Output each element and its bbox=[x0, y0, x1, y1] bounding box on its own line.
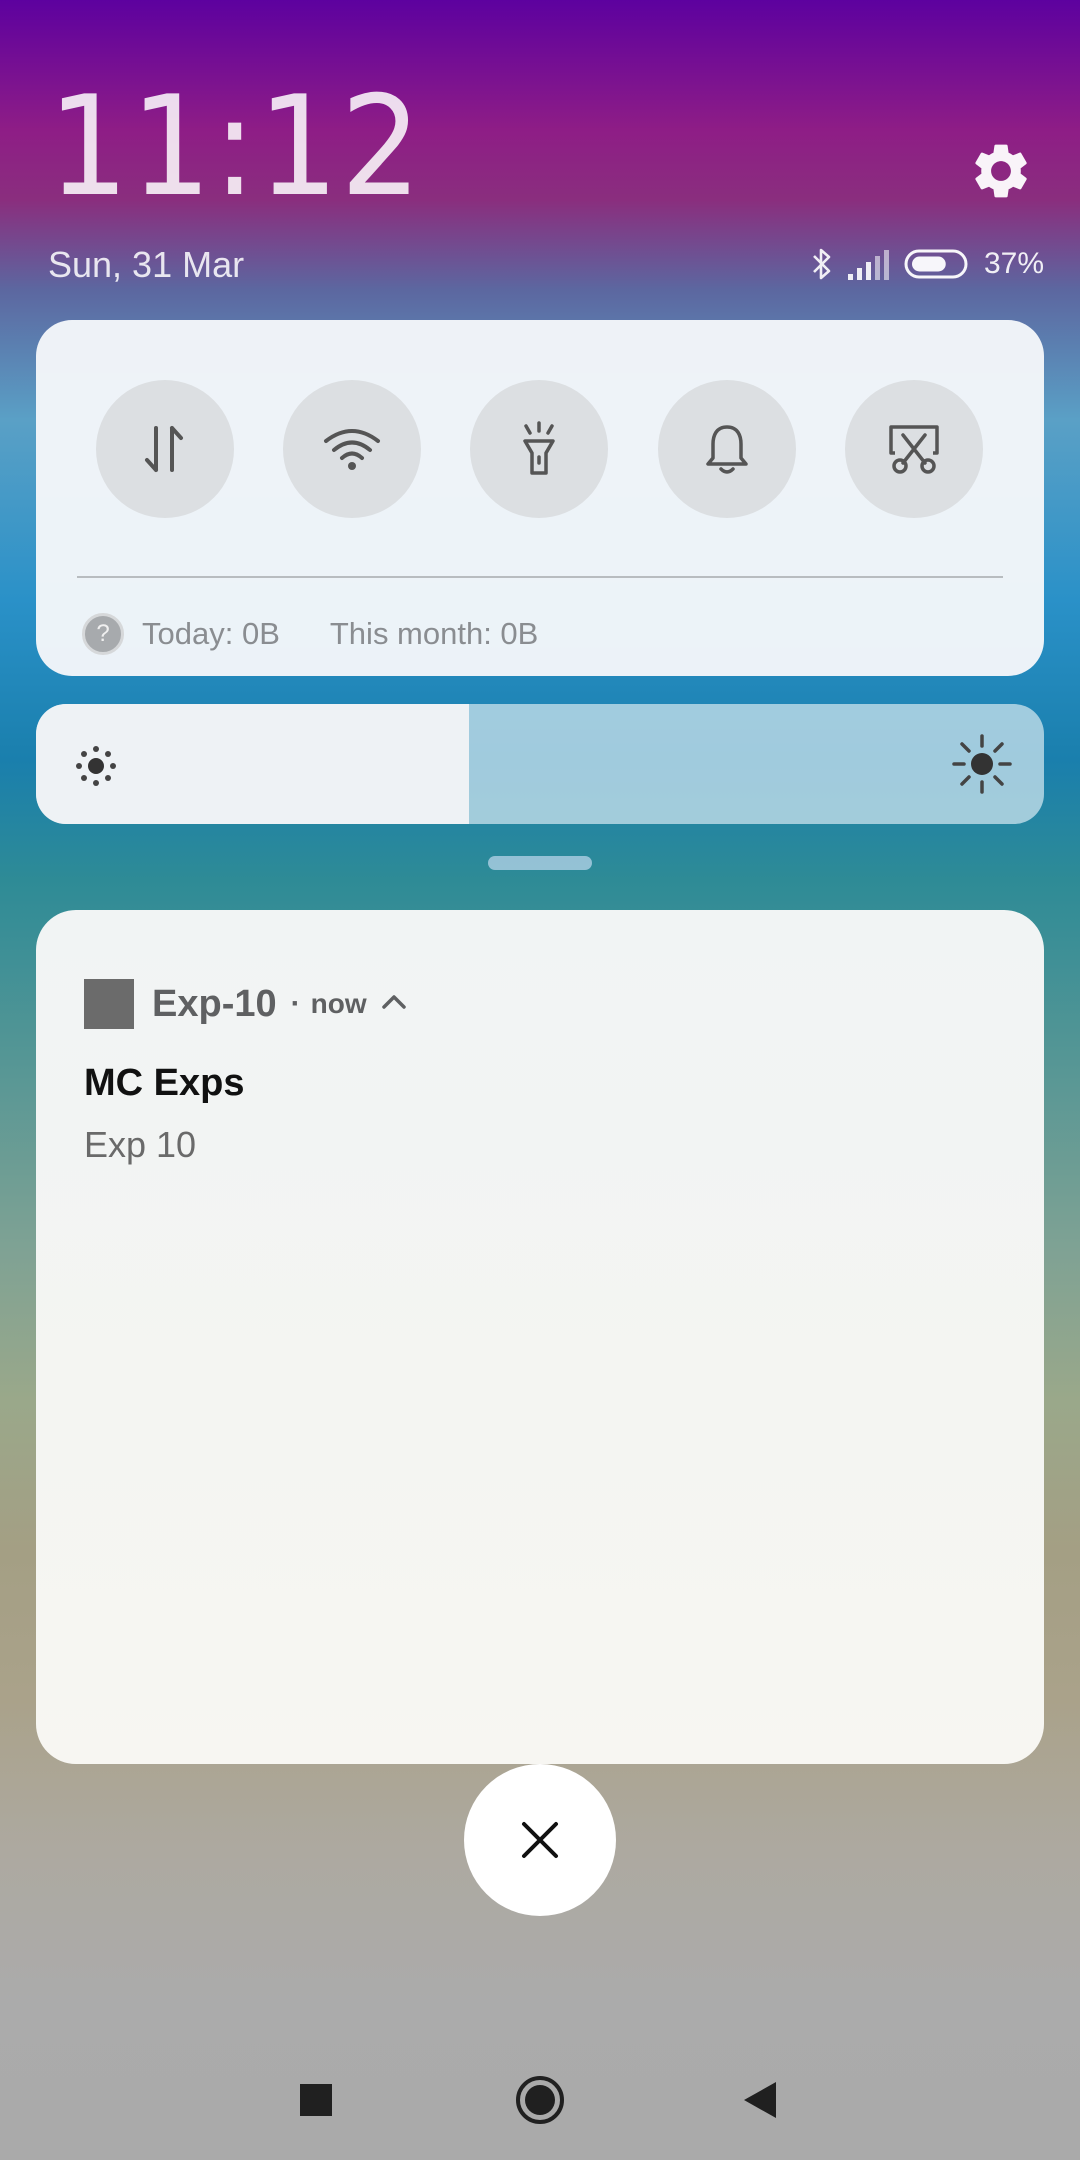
quick-settings-panel: ? Today: 0B This month: 0B bbox=[36, 320, 1044, 676]
data-usage-row[interactable]: ? Today: 0B This month: 0B bbox=[82, 604, 538, 664]
scissors-icon bbox=[889, 425, 939, 474]
data-today: Today: 0B bbox=[142, 616, 280, 651]
square-icon bbox=[300, 2084, 332, 2116]
sound-toggle[interactable] bbox=[658, 380, 796, 518]
notification-time: now bbox=[310, 988, 367, 1019]
notification-app-name: Exp-10 bbox=[152, 982, 277, 1025]
battery-icon bbox=[904, 248, 970, 280]
home-button[interactable] bbox=[510, 2070, 570, 2130]
brightness-low-icon bbox=[76, 746, 116, 786]
notification-text: Exp 10 bbox=[84, 1124, 197, 1165]
separator-dot: · bbox=[290, 987, 301, 1020]
bluetooth-icon bbox=[810, 246, 834, 282]
help-icon: ? bbox=[82, 613, 124, 655]
quick-toggles-row bbox=[96, 380, 1020, 520]
brightness-slider[interactable] bbox=[36, 704, 1044, 824]
battery-percent: 37% bbox=[983, 247, 1044, 280]
wifi-toggle[interactable] bbox=[283, 380, 421, 518]
back-button[interactable] bbox=[730, 2070, 790, 2130]
flashlight-icon bbox=[523, 421, 555, 475]
chevron-up-icon[interactable] bbox=[381, 992, 407, 1017]
data-month: This month: 0B bbox=[329, 616, 539, 651]
clock-time: 11:12 bbox=[48, 66, 424, 227]
divider bbox=[77, 576, 1003, 578]
screenshot-toggle[interactable] bbox=[845, 380, 983, 518]
navigation-bar bbox=[0, 2050, 1080, 2140]
arrows-updown-icon bbox=[145, 426, 183, 472]
app-icon bbox=[84, 979, 134, 1029]
notification-title: MC Exps bbox=[84, 1062, 245, 1104]
panel-drag-handle[interactable] bbox=[488, 856, 592, 870]
notification-header: Exp-10 · now bbox=[84, 978, 407, 1030]
wifi-icon bbox=[324, 429, 380, 470]
flashlight-toggle[interactable] bbox=[470, 380, 608, 518]
mobile-data-toggle[interactable] bbox=[96, 380, 234, 518]
close-icon bbox=[522, 1822, 558, 1858]
back-triangle-icon bbox=[744, 2082, 776, 2118]
brightness-high-icon bbox=[952, 734, 1012, 794]
signal-icon bbox=[847, 248, 890, 280]
date-label: Sun, 31 Mar bbox=[48, 244, 245, 285]
status-bar: 37% bbox=[810, 244, 1044, 284]
notification-card[interactable]: Exp-10 · now MC Exps Exp 10 bbox=[36, 910, 1044, 1764]
settings-gear-icon[interactable] bbox=[968, 138, 1034, 204]
recents-button[interactable] bbox=[286, 2070, 346, 2130]
bell-icon bbox=[706, 425, 748, 474]
clear-notifications-button[interactable] bbox=[464, 1764, 616, 1916]
home-circle-icon bbox=[516, 2076, 564, 2124]
